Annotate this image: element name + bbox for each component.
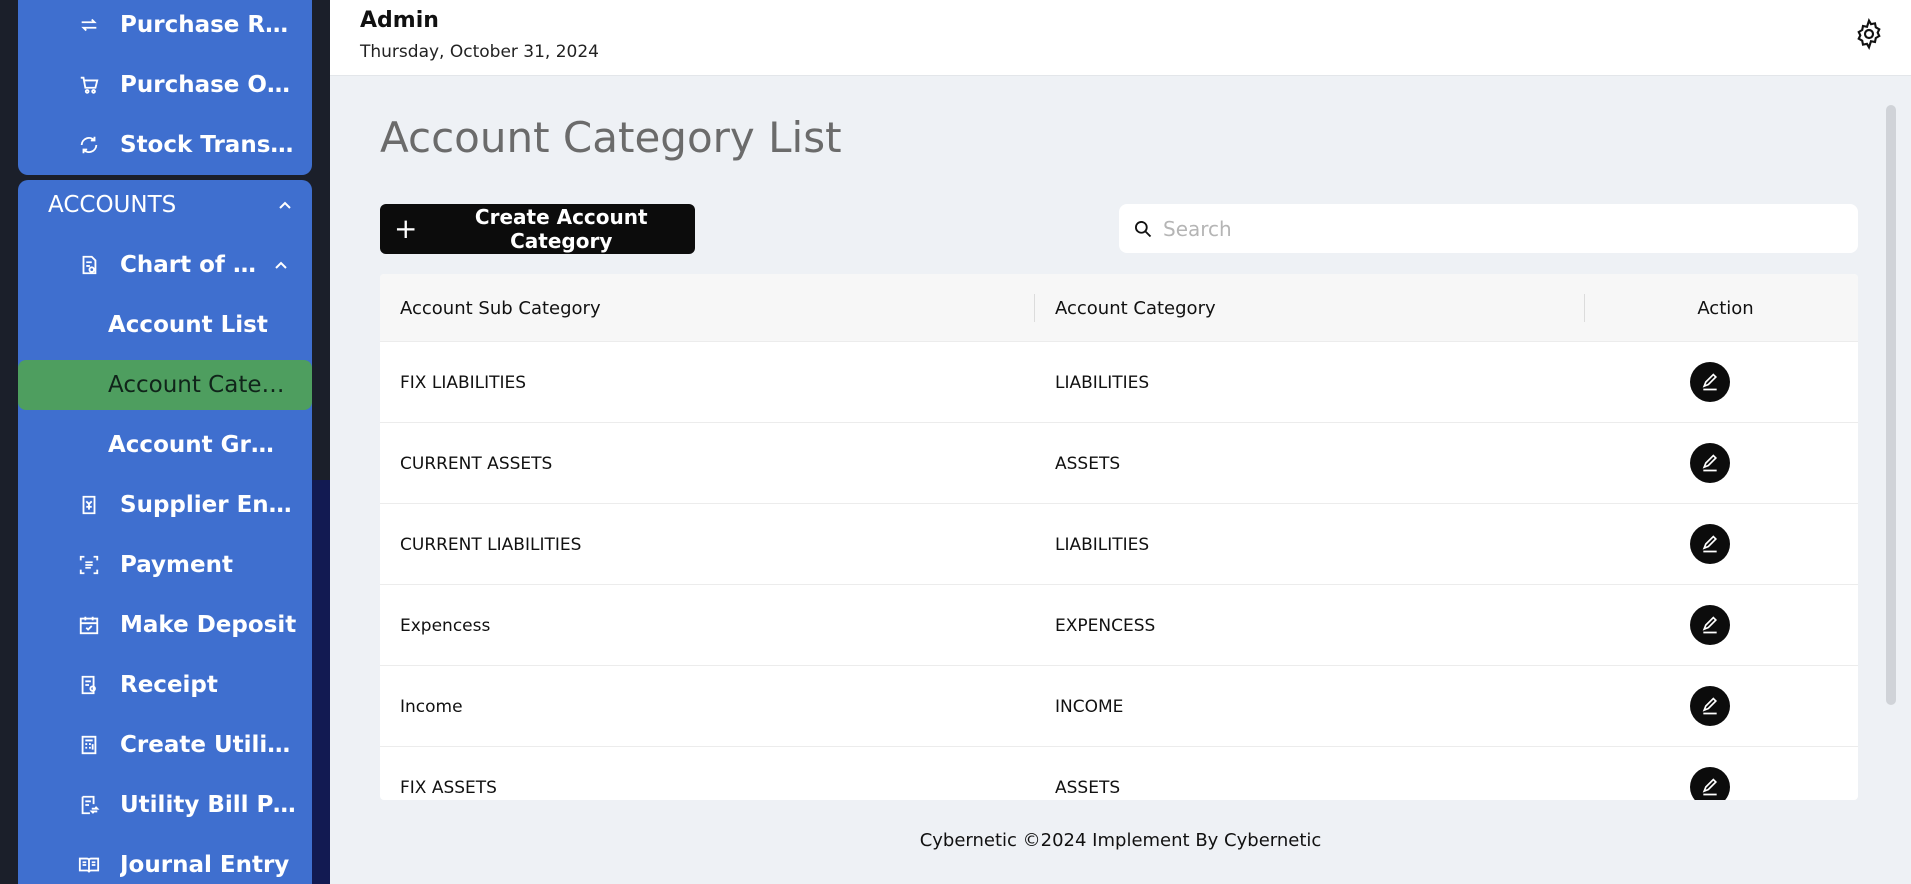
cart-icon xyxy=(76,72,102,98)
column-header-category[interactable]: Account Category xyxy=(1055,274,1216,342)
sidebar-item-label: Purchase Retu... xyxy=(120,12,298,38)
chevron-up-icon xyxy=(275,261,287,269)
return-arrows-icon xyxy=(76,12,102,38)
sidebar-item-purchase-return[interactable]: Purchase Retu... xyxy=(18,0,312,50)
plus-icon: + xyxy=(394,212,418,245)
edit-button[interactable] xyxy=(1690,686,1730,726)
table-row: CURRENT ASSETS ASSETS xyxy=(380,423,1858,504)
cell-category: ASSETS xyxy=(1055,777,1121,798)
sidebar-item-label: Create Utility ... xyxy=(120,732,298,758)
edit-button[interactable] xyxy=(1690,605,1730,645)
cell-sub-category: FIX ASSETS xyxy=(400,777,497,798)
sidebar-item-label: Stock Transfer xyxy=(120,132,298,158)
sidebar-section-accounts[interactable]: ACCOUNTS xyxy=(18,180,312,230)
pencil-icon xyxy=(1702,778,1718,796)
sidebar-item-label: Utility Bill Pay... xyxy=(120,792,298,818)
cell-category: LIABILITIES xyxy=(1055,372,1150,393)
edit-button[interactable] xyxy=(1690,443,1730,483)
sidebar-item-label: Journal Entry xyxy=(120,852,290,878)
edit-button[interactable] xyxy=(1690,767,1730,800)
sidebar-item-label: Supplier Enter ... xyxy=(120,492,298,518)
table-row: CURRENT LIABILITIES LIABILITIES xyxy=(380,504,1858,585)
pencil-icon xyxy=(1702,697,1718,715)
sidebar-item-chart-of-accounts[interactable]: Chart of Acc... xyxy=(18,240,312,290)
sidebar-item-label: Account Group xyxy=(108,432,288,458)
list-scan-icon xyxy=(76,552,102,578)
sidebar-item-purchase-order[interactable]: Purchase Order xyxy=(18,60,312,110)
sidebar-item-create-utility[interactable]: Create Utility ... xyxy=(18,720,312,770)
table-row: FIX LIABILITIES LIABILITIES xyxy=(380,342,1858,423)
cell-category: LIABILITIES xyxy=(1055,534,1150,555)
search-box[interactable] xyxy=(1119,204,1858,253)
sidebar-item-label: Make Deposit xyxy=(120,612,297,638)
footer-text: Cybernetic ©2024 Implement By Cybernetic xyxy=(919,830,1322,851)
gear-icon[interactable] xyxy=(1853,18,1885,50)
receipt-icon xyxy=(76,492,102,518)
cell-category: EXPENCESS xyxy=(1055,615,1156,636)
sidebar-item-supplier-enter[interactable]: Supplier Enter ... xyxy=(18,480,312,530)
sidebar-item-account-category[interactable]: Account Cater... xyxy=(18,360,312,410)
table-row: FIX ASSETS ASSETS xyxy=(380,747,1858,800)
pencil-icon xyxy=(1702,373,1718,391)
receipt-user-icon xyxy=(76,672,102,698)
edit-button[interactable] xyxy=(1690,362,1730,402)
top-header: Admin Thursday, October 31, 2024 xyxy=(330,0,1911,76)
sidebar-item-account-group[interactable]: Account Group xyxy=(18,420,312,470)
calendar-check-icon xyxy=(76,612,102,638)
pencil-icon xyxy=(1702,616,1718,634)
cell-category: ASSETS xyxy=(1055,453,1121,474)
refresh-icon xyxy=(76,132,102,158)
current-date: Thursday, October 31, 2024 xyxy=(360,42,599,62)
cell-sub-category: Income xyxy=(400,696,463,717)
sidebar-item-stock-transfer[interactable]: Stock Transfer xyxy=(18,120,312,170)
cell-sub-category: Expencess xyxy=(400,615,491,636)
create-button-label: Create Account Category xyxy=(474,205,648,253)
user-name: Admin xyxy=(360,8,439,33)
sidebar-item-utility-bill-pay[interactable]: Utility Bill Pay... xyxy=(18,780,312,830)
search-icon xyxy=(1135,220,1152,237)
calculator-icon xyxy=(76,732,102,758)
sidebar-item-payment[interactable]: Payment xyxy=(18,540,312,590)
column-header-sub-category[interactable]: Account Sub Category xyxy=(400,274,601,342)
sidebar-item-receipt[interactable]: Receipt xyxy=(18,660,312,710)
sidebar-item-label: Receipt xyxy=(120,672,218,698)
account-category-table: Account Sub Category Account Category Ac… xyxy=(380,274,1858,800)
pencil-icon xyxy=(1702,454,1718,472)
book-icon xyxy=(76,852,102,878)
sidebar-item-label: Account Cater... xyxy=(108,372,288,398)
main-scrollbar[interactable] xyxy=(1886,105,1896,705)
sidebar-item-label: Chart of Acc... xyxy=(120,252,260,278)
cell-sub-category: CURRENT LIABILITIES xyxy=(400,534,582,555)
sidebar-item-label: Payment xyxy=(120,552,233,578)
chevron-up-icon xyxy=(279,201,291,209)
table-row: Income INCOME xyxy=(380,666,1858,747)
pencil-icon xyxy=(1702,535,1718,553)
sidebar-item-label: Purchase Order xyxy=(120,72,298,98)
search-input[interactable] xyxy=(1163,216,1843,241)
sidebar-item-label: Account List xyxy=(108,312,268,338)
cell-sub-category: FIX LIABILITIES xyxy=(400,372,527,393)
table-header: Account Sub Category Account Category Ac… xyxy=(380,274,1858,342)
sidebar-item-account-list[interactable]: Account List xyxy=(18,300,312,350)
document-check-icon xyxy=(76,252,102,278)
table-row: Expencess EXPENCESS xyxy=(380,585,1858,666)
sidebar-item-journal-entry[interactable]: Journal Entry xyxy=(18,840,312,884)
sidebar-section-label: ACCOUNTS xyxy=(48,192,177,218)
bill-pay-icon xyxy=(76,792,102,818)
sidebar-item-make-deposit[interactable]: Make Deposit xyxy=(18,600,312,650)
cell-category: INCOME xyxy=(1055,696,1124,717)
page-title: Account Category List xyxy=(380,113,842,162)
cell-sub-category: CURRENT ASSETS xyxy=(400,453,553,474)
column-header-action: Action xyxy=(1697,297,1754,319)
create-account-category-button[interactable]: + Create Account Category xyxy=(380,204,695,254)
edit-button[interactable] xyxy=(1690,524,1730,564)
